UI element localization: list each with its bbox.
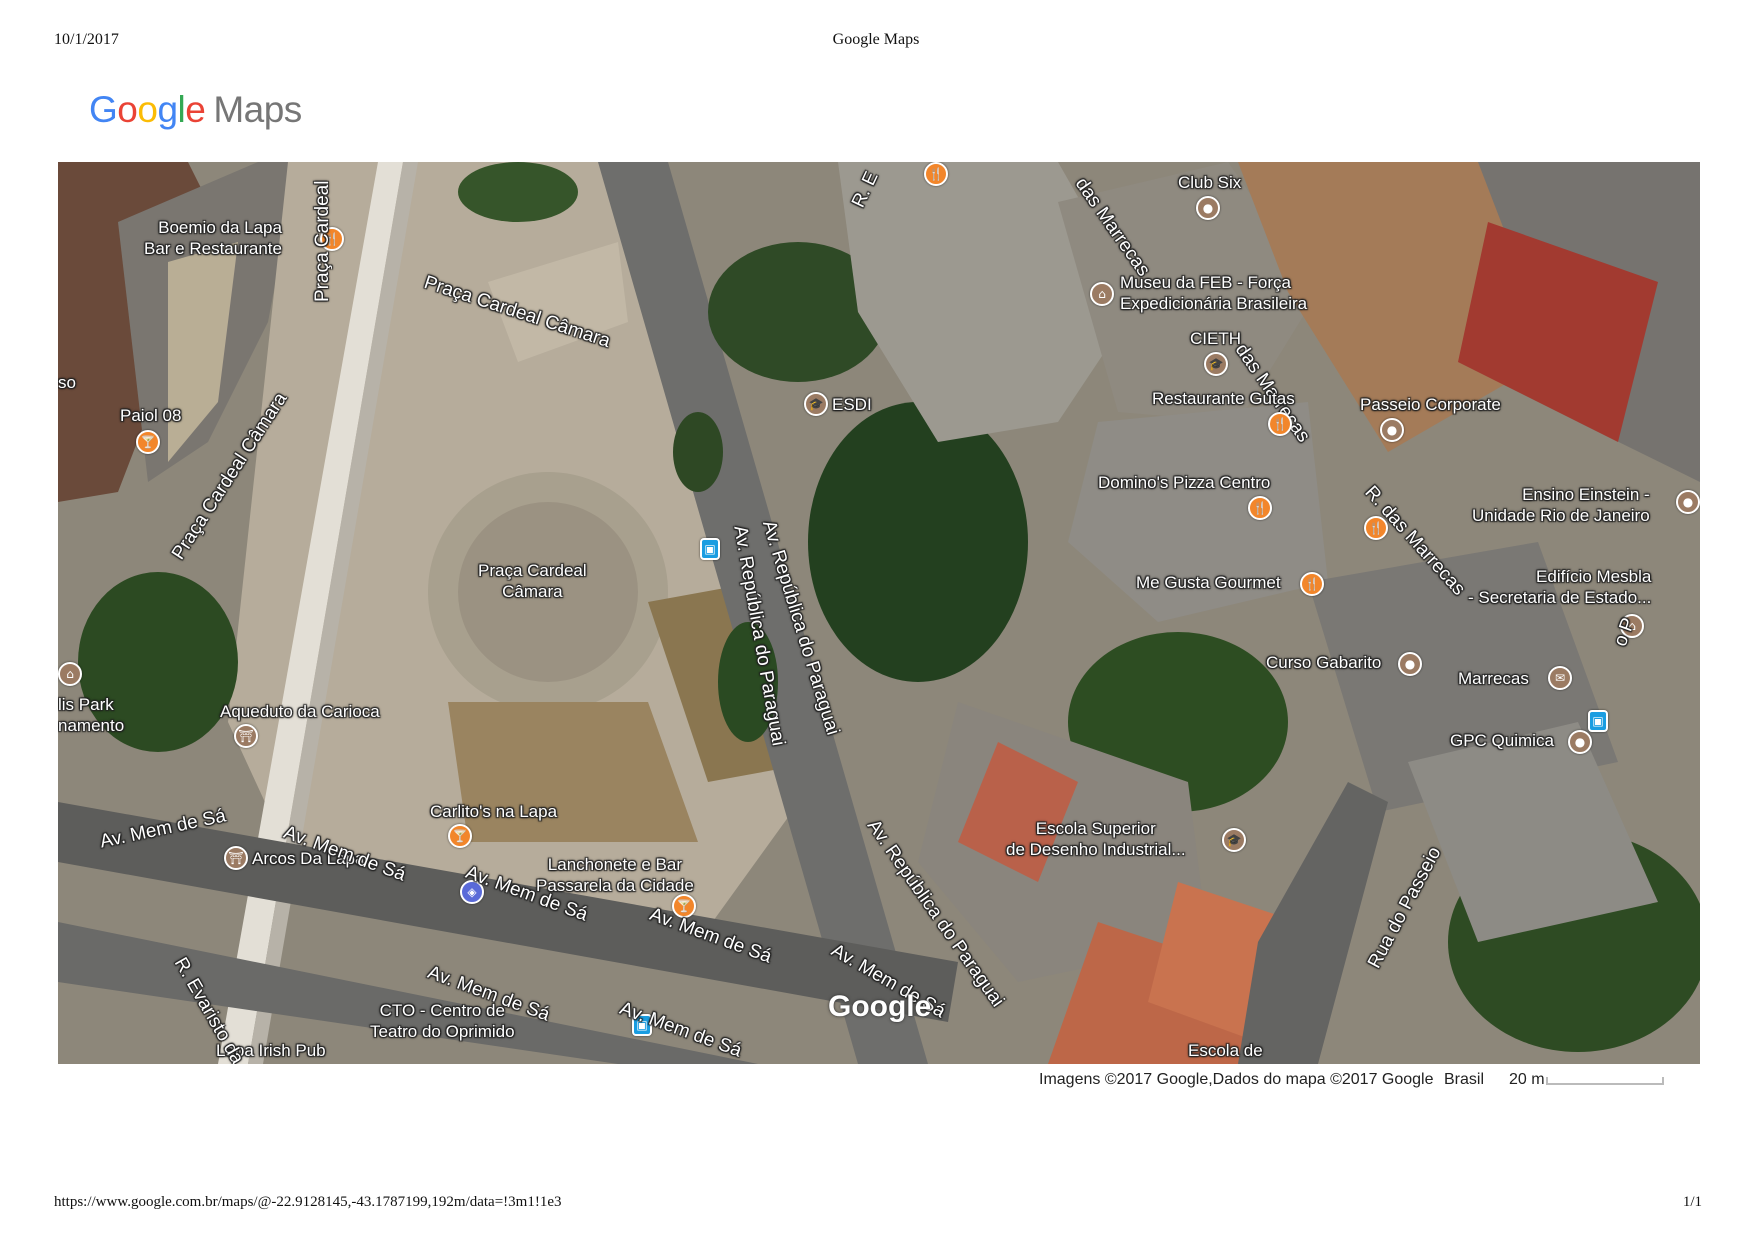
bar-icon[interactable]: 🍸 bbox=[136, 430, 160, 454]
landmark-icon[interactable]: ⛩ bbox=[234, 724, 258, 748]
label-esdi[interactable]: ESDI bbox=[832, 394, 872, 415]
school-icon-cieth[interactable]: 🎓 bbox=[1204, 352, 1228, 376]
label-so: so bbox=[58, 373, 76, 392]
landmark-icon-arcos[interactable]: ⛩ bbox=[224, 846, 248, 870]
label-club-six[interactable]: Club Six bbox=[1178, 172, 1241, 193]
restaurant-icon-marrecas[interactable]: 🍴 bbox=[1364, 516, 1388, 540]
road-label-praca-cardeal: Praça Cardeal bbox=[312, 180, 333, 302]
label-passeio-corporate[interactable]: Passeio Corporate bbox=[1360, 394, 1501, 415]
building-icon-passeio[interactable]: ● bbox=[1380, 418, 1404, 442]
imagery-attribution[interactable]: Imagens ©2017 Google,Dados do mapa ©2017… bbox=[1039, 1071, 1434, 1089]
label-cieth[interactable]: CIETH bbox=[1190, 328, 1241, 349]
school-icon-einstein[interactable]: ● bbox=[1676, 490, 1700, 514]
label-restaurante-gutas[interactable]: Restaurante Gutas bbox=[1152, 388, 1295, 409]
club-icon[interactable]: ● bbox=[1196, 196, 1220, 220]
label-paiol[interactable]: Paiol 08 bbox=[120, 405, 181, 426]
bus-stop-icon[interactable]: ▣ bbox=[700, 538, 720, 560]
restaurant-icon-top[interactable]: 🍴 bbox=[924, 162, 948, 186]
post-office-icon[interactable]: ✉ bbox=[1548, 666, 1572, 690]
label-dominos[interactable]: Domino's Pizza Centro bbox=[1098, 472, 1270, 493]
label-lanchonete[interactable]: Lanchonete e Bar Passarela da Cidade bbox=[536, 854, 694, 896]
label-praca-cardeal-camara[interactable]: Praça Cardeal Câmara bbox=[478, 560, 587, 602]
bar-icon-carlitos[interactable]: 🍸 bbox=[448, 824, 472, 848]
restaurant-icon-dominos[interactable]: 🍴 bbox=[1248, 496, 1272, 520]
label-escola-superior[interactable]: Escola Superior de Desenho Industrial... bbox=[1006, 818, 1186, 860]
print-url: https://www.google.com.br/maps/@-22.9128… bbox=[54, 1194, 562, 1210]
label-carlitos[interactable]: Carlito's na Lapa bbox=[430, 801, 557, 822]
print-page-number: 1/1 bbox=[1682, 1194, 1702, 1210]
label-escola-de[interactable]: Escola de bbox=[1188, 1040, 1263, 1061]
google-watermark: Google bbox=[828, 990, 932, 1023]
region-label[interactable]: Brasil bbox=[1444, 1071, 1484, 1089]
label-edificio-mesbla[interactable]: Edifício Mesbla - Secretaria de Estado..… bbox=[1468, 566, 1651, 608]
satellite-imagery bbox=[58, 162, 1700, 1064]
print-title: Google Maps bbox=[832, 31, 920, 48]
label-curso-gabarito[interactable]: Curso Gabarito bbox=[1266, 652, 1381, 673]
label-marrecas[interactable]: Marrecas bbox=[1458, 668, 1529, 689]
bus-stop-icon-3[interactable]: ▣ bbox=[1588, 710, 1608, 732]
school-icon-esdi[interactable]: 🎓 bbox=[804, 392, 828, 416]
satellite-map[interactable]: Boemio da Lapa Bar e Restaurante 🍴 Paiol… bbox=[58, 162, 1700, 1064]
label-aqueduto[interactable]: Aqueduto da Carioca bbox=[220, 701, 380, 722]
label-museu-feb[interactable]: Museu da FEB - Força Expedicionária Bras… bbox=[1120, 272, 1307, 314]
label-me-gusta[interactable]: Me Gusta Gourmet bbox=[1136, 572, 1281, 593]
label-boemio[interactable]: Boemio da Lapa Bar e Restaurante bbox=[144, 217, 282, 259]
label-gpc-quimica[interactable]: GPC Quimica bbox=[1450, 730, 1554, 751]
restaurant-icon-gutas[interactable]: 🍴 bbox=[1268, 412, 1292, 436]
school-icon-escola[interactable]: 🎓 bbox=[1222, 828, 1246, 852]
label-ensino-einstein[interactable]: Ensino Einstein - Unidade Rio de Janeiro bbox=[1472, 484, 1650, 526]
building-icon-gpc[interactable]: ● bbox=[1568, 730, 1592, 754]
park-icon[interactable]: ⌂ bbox=[58, 662, 82, 686]
scale-bar bbox=[1546, 1077, 1664, 1085]
museum-icon[interactable]: ⌂ bbox=[1090, 282, 1114, 306]
google-maps-logo: Google Maps bbox=[89, 89, 302, 130]
label-lis-park[interactable]: lis Park namento bbox=[58, 694, 124, 736]
school-icon-gabarito[interactable]: ● bbox=[1398, 652, 1422, 676]
restaurant-icon-me-gusta[interactable]: 🍴 bbox=[1300, 572, 1324, 596]
scale-label[interactable]: 20 m bbox=[1509, 1071, 1545, 1089]
